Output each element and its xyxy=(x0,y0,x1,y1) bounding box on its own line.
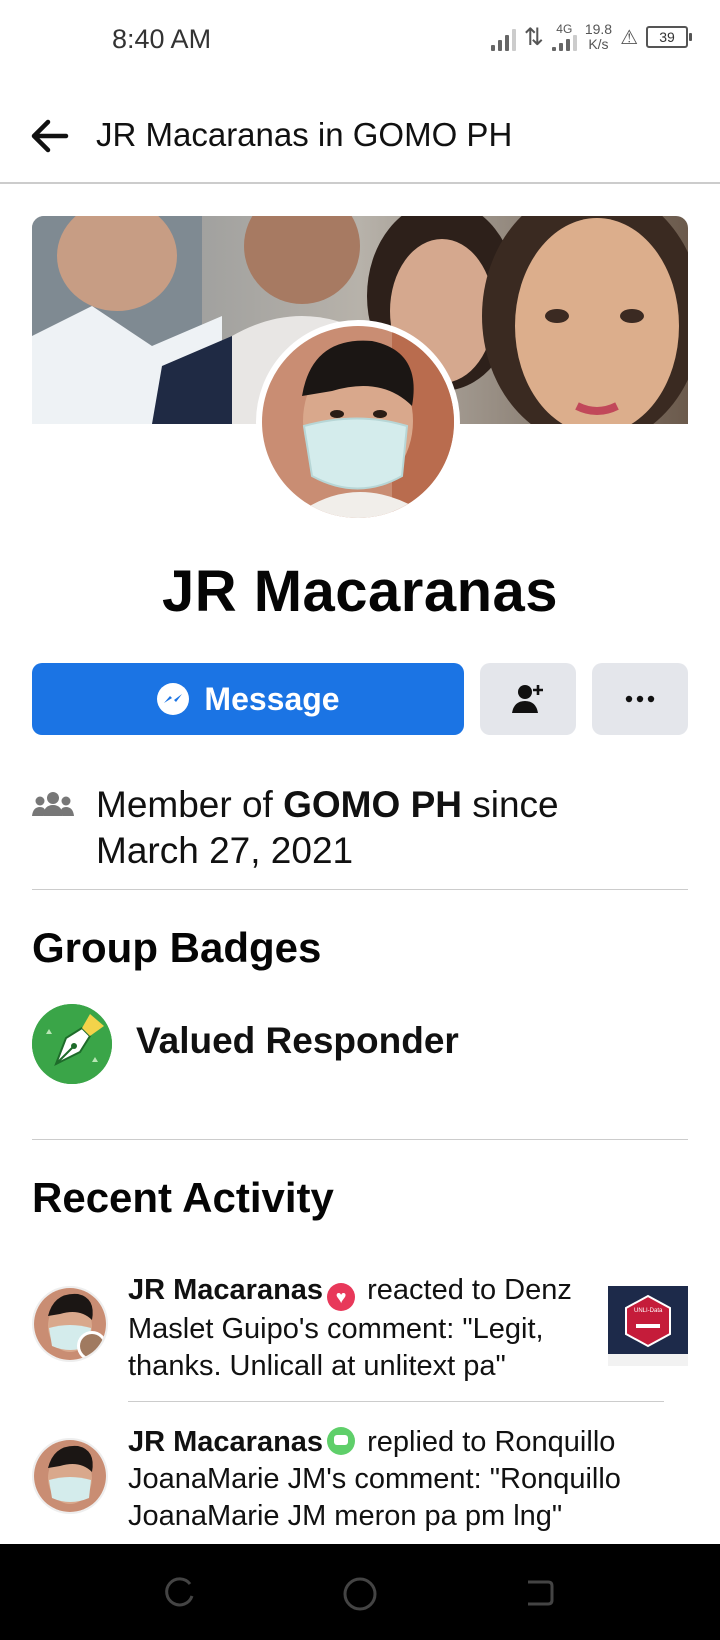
message-label: Message xyxy=(204,680,340,717)
pen-nib-badge-icon[interactable] xyxy=(32,1004,112,1084)
signal-icon-2 xyxy=(551,35,577,51)
add-friend-icon xyxy=(510,681,546,717)
more-options-button[interactable] xyxy=(592,663,688,735)
activity-actor[interactable]: JR Macaranas xyxy=(128,1426,323,1458)
more-dots-icon xyxy=(625,695,655,703)
messenger-icon xyxy=(156,682,190,716)
top-bar: JR Macaranas in GOMO PH xyxy=(0,88,720,184)
activity-avatar[interactable] xyxy=(32,1286,108,1362)
recent-activity-title: Recent Activity xyxy=(32,1174,334,1221)
profile-name: JR Macaranas xyxy=(161,559,559,624)
group-members-icon xyxy=(32,790,74,825)
signal-icon xyxy=(490,23,516,51)
status-icons: ⇅ 4G 19.8 K/s ⚠ 39 xyxy=(490,21,692,52)
battery-icon: 39 xyxy=(646,26,692,48)
group-name-link[interactable]: GOMO PH xyxy=(283,784,462,825)
back-nav-icon[interactable] xyxy=(522,1576,556,1615)
divider xyxy=(128,1401,664,1402)
status-time: 8:40 AM xyxy=(112,24,212,54)
activity-text: JR Macaranas ♥ reacted to Denz Maslet Gui… xyxy=(128,1272,598,1385)
member-suffix: since xyxy=(461,784,559,825)
network-type: 4G xyxy=(556,22,573,36)
activity-item[interactable]: JR Macaranas ♥ reacted to Denz Maslet Gui… xyxy=(32,1272,688,1382)
status-bar: 8:40 AM ⇅ 4G 19.8 K/s ⚠ 39 xyxy=(0,0,720,80)
activity-thumbnail[interactable]: UNLI-Data xyxy=(608,1286,688,1366)
activity-item[interactable]: JR Macaranas replied to Ronquillo JoanaM… xyxy=(32,1424,688,1534)
divider xyxy=(32,1139,688,1140)
message-button[interactable]: Message xyxy=(32,663,464,735)
warning-icon: ⚠ xyxy=(620,26,638,49)
arrow-left-icon[interactable] xyxy=(26,112,74,160)
activity-text: JR Macaranas replied to Ronquillo JoanaM… xyxy=(128,1424,668,1535)
activity-avatar[interactable] xyxy=(32,1438,108,1514)
comment-icon xyxy=(327,1427,356,1455)
member-prefix: Member of xyxy=(96,784,284,825)
badge-label[interactable]: Valued Responder xyxy=(136,1020,459,1062)
net-speed-unit: K/s xyxy=(588,36,609,52)
recent-apps-icon[interactable] xyxy=(162,1576,196,1615)
profile-avatar[interactable] xyxy=(256,320,460,524)
system-nav-bar xyxy=(0,1544,720,1640)
home-icon[interactable] xyxy=(342,1576,378,1617)
add-friend-button[interactable] xyxy=(480,663,576,735)
data-transfer-icon: ⇅ xyxy=(523,23,544,51)
group-badges-title: Group Badges xyxy=(32,924,322,971)
divider xyxy=(32,889,688,890)
member-since-date: March 27, 2021 xyxy=(96,830,354,871)
activity-actor[interactable]: JR Macaranas xyxy=(128,1274,323,1306)
thumbnail-text: UNLI-Data xyxy=(634,1308,663,1314)
heart-reaction-icon: ♥ xyxy=(327,1283,356,1311)
net-speed-value: 19.8 xyxy=(584,21,613,37)
page-title: JR Macaranas in GOMO PH xyxy=(96,116,513,153)
